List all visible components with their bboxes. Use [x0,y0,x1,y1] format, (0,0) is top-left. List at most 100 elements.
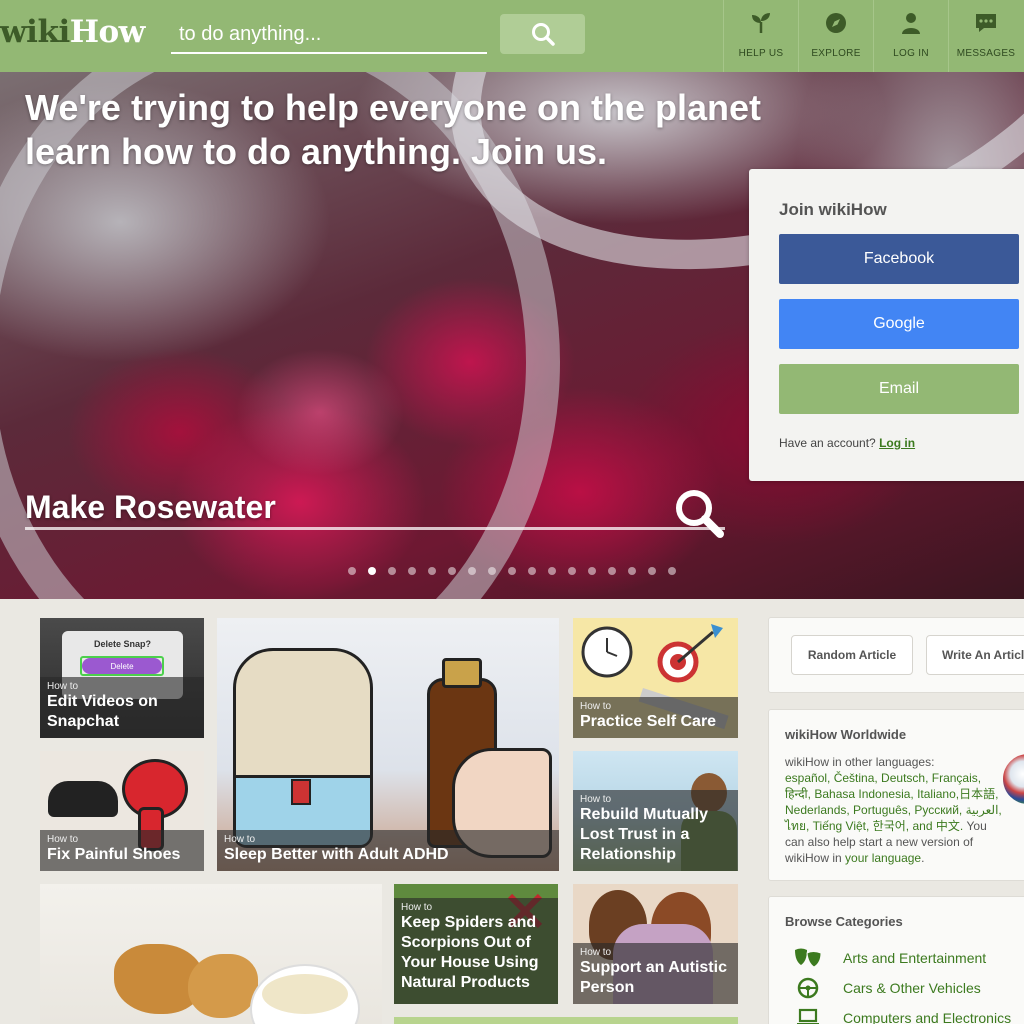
your-language-link[interactable]: your language [845,851,921,865]
worldwide-intro: wikiHow in other languages: [785,755,935,769]
tile-image-fried-chicken [40,884,382,1024]
tile-title: Practice Self Care [580,713,717,730]
page: wikiHow HELP US EXPLORE LOG IN MESSAGES [0,0,1024,1024]
nav-explore-label: EXPLORE [811,48,861,59]
tile-title: Support an Autistic Person [580,959,727,996]
article-tile-snapchat[interactable]: Delete Snap? Delete How to Edit Videos o… [40,618,204,738]
carousel-dots [348,567,676,575]
tile-caption: How to Support an Autistic Person [573,943,738,1004]
header-bar: wikiHow HELP US EXPLORE LOG IN MESSAGES [0,0,1024,72]
category-cars[interactable]: Cars & Other Vehicles [791,977,981,999]
bottle-cap [442,658,482,688]
article-tile-autistic[interactable]: How to Support an Autistic Person [573,884,738,1004]
tile-howto: How to [47,681,79,692]
carousel-dot[interactable] [448,567,456,575]
article-tile-fried-chicken[interactable] [40,884,382,1024]
nav-help-us[interactable]: HELP US [723,0,798,72]
logo-wiki: wiki [0,14,70,50]
carousel-dot[interactable] [668,567,676,575]
tile-title: Keep Spiders and Scorpions Out of Your H… [401,914,539,991]
log-in-link[interactable]: Log in [879,436,915,450]
article-tile-spiders[interactable]: How to Keep Spiders and Scorpions Out of… [394,884,558,1004]
steering-wheel-icon [791,977,825,999]
article-tile-next[interactable] [394,1017,738,1024]
email-button[interactable]: Email [779,364,1019,414]
join-title: Join wikiHow [779,200,887,219]
logo-how: How [69,14,146,50]
nav-explore[interactable]: EXPLORE [798,0,873,72]
chicken-piece-2 [188,954,258,1018]
nav-log-in[interactable]: LOG IN [873,0,948,72]
random-article-button[interactable]: Random Article [791,635,913,675]
article-tile-rebuild-trust[interactable]: How to Rebuild Mutually Lost Trust in a … [573,751,738,871]
tile-howto: How to [47,834,79,845]
hero-divider [25,527,725,530]
carousel-dot[interactable] [388,567,396,575]
action-buttons-box: Random Article Write An Article [768,617,1024,693]
user-icon [898,10,924,36]
tile-caption: How to Rebuild Mutually Lost Trust in a … [573,790,738,871]
chat-bubble-icon [973,10,999,36]
carousel-dot[interactable] [408,567,416,575]
write-article-button[interactable]: Write An Article [926,635,1024,675]
tile-caption: How to Keep Spiders and Scorpions Out of… [394,898,558,1004]
category-label: Computers and Electronics [843,1010,1012,1024]
sprout-icon [748,10,774,36]
article-tile-adhd[interactable]: How to Sleep Better with Adult ADHD [217,618,559,871]
nav-messages[interactable]: MESSAGES [948,0,1023,72]
have-account-label: Have an account? [779,436,876,450]
category-computers[interactable]: Computers and Electronics [791,1007,1011,1024]
article-tile-painful-shoes[interactable]: How to Fix Painful Shoes [40,751,204,871]
carousel-dot[interactable] [548,567,556,575]
worldwide-title: wikiHow Worldwide [785,727,907,742]
diffuser-switch [291,779,311,805]
search-icon [531,23,555,46]
nav-log-in-label: LOG IN [893,48,929,59]
laptop-icon [791,1007,825,1024]
carousel-dot[interactable] [468,567,476,575]
carousel-dot[interactable] [648,567,656,575]
nav-messages-label: MESSAGES [956,48,1016,59]
carousel-dot[interactable] [568,567,576,575]
tile-title: Rebuild Mutually Lost Trust in a Relatio… [580,806,708,863]
tile-howto: How to [580,701,612,712]
have-account-text: Have an account? Log in [779,436,915,450]
search-input[interactable] [171,16,487,52]
wikihow-logo[interactable]: wikiHow [0,14,145,50]
dipping-sauce [262,974,348,1014]
theater-masks-icon [791,947,825,969]
hero-article-title[interactable]: Make Rosewater [25,489,276,526]
search-button[interactable] [500,14,585,54]
tile-caption: How to Edit Videos on Snapchat [40,677,204,738]
dialog-delete-button: Delete [82,658,162,674]
join-panel: Join wikiHow Facebook Google Email Have … [749,169,1024,481]
tile-title: Sleep Better with Adult ADHD [224,846,449,863]
carousel-dot[interactable] [588,567,596,575]
tile-title: Fix Painful Shoes [47,846,181,863]
carousel-dot[interactable] [428,567,436,575]
search-field [171,16,487,54]
facebook-button[interactable]: Facebook [779,234,1019,284]
tile-howto: How to [580,794,612,805]
carousel-dot[interactable] [368,567,376,575]
diffuser-drawing [233,648,373,848]
top-nav: HELP US EXPLORE LOG IN MESSAGES [723,0,1023,72]
category-arts[interactable]: Arts and Entertainment [791,947,986,969]
tile-howto: How to [580,947,612,958]
category-label: Cars & Other Vehicles [843,980,981,996]
tile-caption: How to Sleep Better with Adult ADHD [217,830,559,871]
tile-caption: How to Fix Painful Shoes [40,830,204,871]
worldwide-text: wikiHow in other languages: español, Češ… [785,755,1002,865]
categories-title: Browse Categories [785,914,903,929]
compass-icon [823,10,849,36]
hero-search-icon[interactable] [672,486,726,540]
google-button[interactable]: Google [779,299,1019,349]
dialog-highlight: Delete [80,656,164,676]
carousel-dot[interactable] [488,567,496,575]
carousel-dot[interactable] [348,567,356,575]
carousel-dot[interactable] [508,567,516,575]
article-tile-self-care[interactable]: How to Practice Self Care [573,618,738,738]
carousel-dot[interactable] [528,567,536,575]
carousel-dot[interactable] [608,567,616,575]
carousel-dot[interactable] [628,567,636,575]
